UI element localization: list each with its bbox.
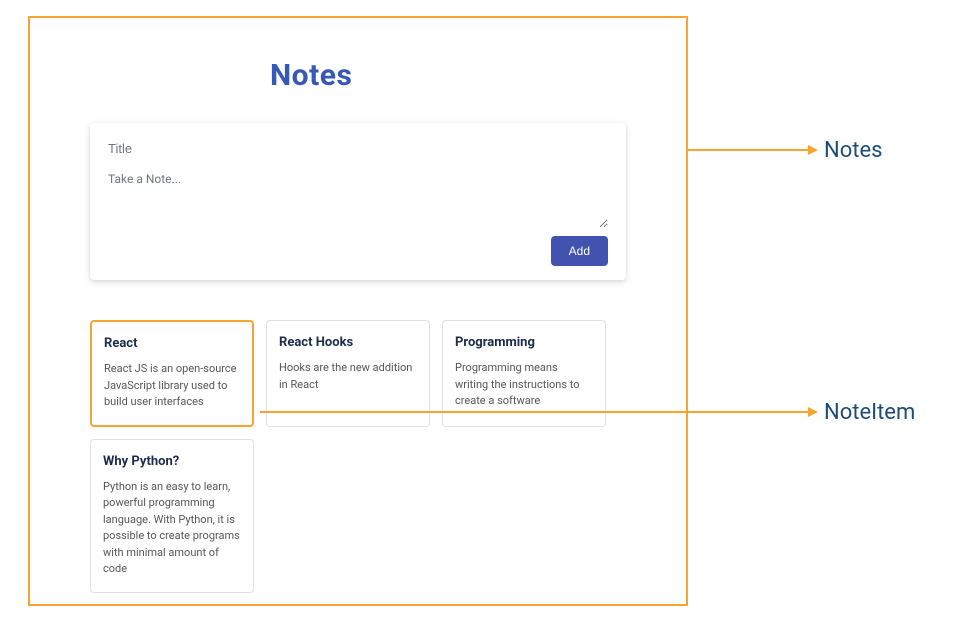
arrow-notes <box>688 140 818 160</box>
note-item[interactable]: Programming Programming means writing th… <box>442 320 606 427</box>
notes-component-frame: Notes Add React React JS is an open-sour… <box>28 16 688 606</box>
note-item-title: Why Python? <box>103 454 241 469</box>
note-item-body: Hooks are the new addition in React <box>279 360 417 393</box>
notes-app-content: Notes Add React React JS is an open-sour… <box>30 18 686 623</box>
add-button[interactable]: Add <box>551 236 608 266</box>
note-item-title: React <box>104 336 240 351</box>
compose-actions: Add <box>108 236 608 266</box>
note-item-body: Programming means writing the instructio… <box>455 360 593 410</box>
compose-card: Add <box>90 123 626 280</box>
note-body-textarea[interactable] <box>108 168 608 228</box>
note-item[interactable]: React Hooks Hooks are the new addition i… <box>266 320 430 427</box>
note-item-body: React JS is an open-source JavaScript li… <box>104 361 240 411</box>
page-title: Notes <box>270 58 626 93</box>
notes-grid: React React JS is an open-source JavaScr… <box>90 320 626 593</box>
title-input[interactable] <box>108 137 608 160</box>
note-item-body: Python is an easy to learn, powerful pro… <box>103 479 241 578</box>
note-item-title: React Hooks <box>279 335 417 350</box>
annotation-noteitem-label: NoteItem <box>824 400 915 425</box>
note-item[interactable]: Why Python? Python is an easy to learn, … <box>90 439 254 593</box>
note-item[interactable]: React React JS is an open-source JavaScr… <box>90 320 254 427</box>
annotation-notes-label: Notes <box>824 138 882 163</box>
note-item-title: Programming <box>455 335 593 350</box>
